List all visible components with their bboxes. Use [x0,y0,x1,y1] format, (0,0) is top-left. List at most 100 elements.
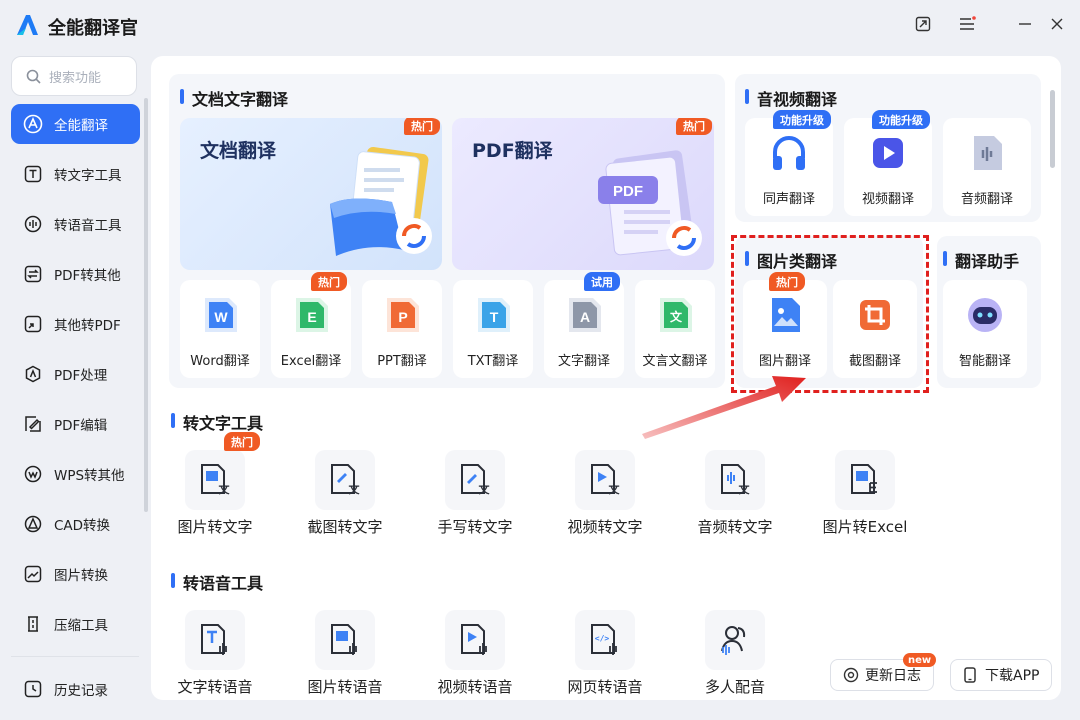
txt-icon-letter: T [490,309,499,325]
sidebar-item-cad[interactable]: CAD转换 [11,504,140,544]
close-icon[interactable] [1047,14,1067,34]
tool-label: 视频转文字 [567,518,643,536]
tile-label: 同声翻译 [762,192,815,207]
main-scrollbar[interactable] [1050,90,1055,168]
video-to-text-tool[interactable]: 文 视频转文字 [550,450,660,550]
cad-icon [23,514,43,534]
hot-badge: 热门 [404,118,440,135]
classical-icon-glyph: 文 [670,309,683,324]
multi-person-icon [721,626,746,655]
tool-label: 音频转文字 [697,518,773,536]
screenshot-to-text-tool[interactable]: 文 截图转文字 [290,450,400,550]
search-placeholder: 搜索功能 [49,70,102,86]
sidebar-item-compress[interactable]: 压缩工具 [11,604,140,644]
tile-label: Word翻译 [190,354,250,369]
search-input[interactable]: 搜索功能 [11,56,137,96]
ppt-icon: P [387,298,419,332]
ppt-translate-tile[interactable]: P PPT翻译 [362,280,442,378]
wen-glyph: 文 [739,482,751,496]
app-title: 全能翻译官 [48,18,138,39]
pdf-process-icon [23,364,43,384]
sidebar-item-text-tool[interactable]: 转文字工具 [11,154,140,194]
changelog-label: 更新日志 [865,668,921,684]
tool-label: 网页转语音 [567,678,643,696]
tile-label: PPT翻译 [377,354,427,369]
to-pdf-icon [23,314,43,334]
txt-translate-tile[interactable]: T TXT翻译 [453,280,533,378]
sidebar-item-wps[interactable]: WPS转其他 [11,454,140,494]
sidebar: 搜索功能 全能翻译 转文字工具 转语音工具 PDF转其他 其他转PDF PDF处… [0,52,150,720]
classical-translate-tile[interactable]: 文 文言文翻译 [635,280,715,378]
tool-label: 图片转文字 [177,518,253,536]
sidebar-item-label: 其他转PDF [54,318,121,334]
doc-stack-icon [330,146,432,256]
tool-label: 视频转语音 [437,678,513,696]
highlight-frame [731,235,929,393]
text-to-speech-icon [201,624,227,655]
code-glyph: </> [595,634,610,643]
tile-label: 文字翻译 [557,354,610,369]
audio-to-text-icon: 文 [721,464,751,496]
image-to-text-tool[interactable]: 文 图片转文字 热门 [160,432,270,550]
sidebar-item-to-pdf[interactable]: 其他转PDF [11,304,140,344]
webpage-to-speech-tool[interactable]: </> 网页转语音 [550,610,660,700]
changelog-button[interactable]: 更新日志 new [830,653,937,691]
history-icon [23,679,43,699]
sidebar-item-label: 压缩工具 [54,618,108,634]
tile-label: Excel翻译 [280,354,342,369]
ppt-icon-letter: P [398,309,407,325]
sidebar-item-image-convert[interactable]: 图片转换 [11,554,140,594]
menu-icon[interactable] [957,14,977,34]
image-to-speech-tool[interactable]: 图片转语音 [290,610,400,700]
wen-glyph: 文 [479,482,491,496]
app-logo-icon [17,15,38,35]
pdf-translate-label: PDF翻译 [472,140,553,162]
image-to-speech-icon [331,624,357,655]
text-icon-letter: A [580,309,590,325]
wen-glyph: 文 [349,482,361,496]
text-translate-tile[interactable]: A 文字翻译 试用 [544,272,624,378]
simultaneous-translate-tile[interactable]: 同声翻译 功能升级 [745,110,833,216]
pdf-edit-icon [23,414,43,434]
multi-voice-tool[interactable]: 多人配音 [680,610,790,700]
sidebar-item-pdf-edit[interactable]: PDF编辑 [11,404,140,444]
sidebar-item-label: 图片转换 [54,568,108,584]
image-to-excel-icon [851,464,877,494]
sidebar-item-pdf-process[interactable]: PDF处理 [11,354,140,394]
webpage-to-speech-icon: </> [591,624,617,655]
classical-chinese-icon: 文 [660,298,692,332]
image-to-excel-tool[interactable]: 图片转Excel [810,450,920,550]
tile-label: 文言文翻译 [642,354,708,369]
sidebar-item-history[interactable]: 历史记录 [11,669,140,709]
audio-tool-icon [23,214,43,234]
pin-icon[interactable] [913,14,933,34]
tool-label: 手写转文字 [437,518,513,536]
image-to-text-icon: 文 [201,464,231,496]
download-app-button[interactable]: 下载APP [950,659,1053,691]
audio-to-text-tool[interactable]: 文 音频转文字 [680,450,790,550]
smart-translate-tile[interactable]: 智能翻译 [943,280,1027,378]
sidebar-scrollbar[interactable] [144,98,148,512]
tool-label: 文字转语音 [177,678,253,696]
assistant-section-title: 翻译助手 [943,248,1019,272]
sidebar-item-translate[interactable]: 全能翻译 [11,104,140,144]
word-translate-tile[interactable]: W Word翻译 [180,280,260,378]
doc-translate-tile[interactable]: 文档翻译 热门 [180,118,442,270]
text-to-speech-tool[interactable]: 文字转语音 [160,610,270,700]
sidebar-item-audio-tool[interactable]: 转语音工具 [11,204,140,244]
excel-translate-tile[interactable]: E Excel翻译 热门 [271,272,351,378]
sidebar-item-label: 转文字工具 [54,168,122,184]
download-label: 下载APP [985,668,1040,684]
av-section-title: 音视频翻译 [745,86,837,110]
upgrade-badge: 功能升级 [773,110,831,129]
minimize-icon[interactable] [1015,14,1035,34]
doc-section-card: 文档文字翻译 文档翻译 热门 PDF翻译 PDF 热门 W Word翻译 E E… [169,74,725,388]
handwriting-to-text-tool[interactable]: 文 手写转文字 [420,450,530,550]
audio-translate-tile[interactable]: 音频翻译 [943,118,1031,216]
video-to-speech-tool[interactable]: 视频转语音 [420,610,530,700]
sidebar-item-pdf-convert[interactable]: PDF转其他 [11,254,140,294]
pdf-translate-tile[interactable]: PDF翻译 PDF 热门 [452,118,714,270]
hot-badge: 热门 [224,432,260,451]
wps-icon [23,464,43,484]
video-translate-tile[interactable]: 视频翻译 功能升级 [844,110,932,216]
